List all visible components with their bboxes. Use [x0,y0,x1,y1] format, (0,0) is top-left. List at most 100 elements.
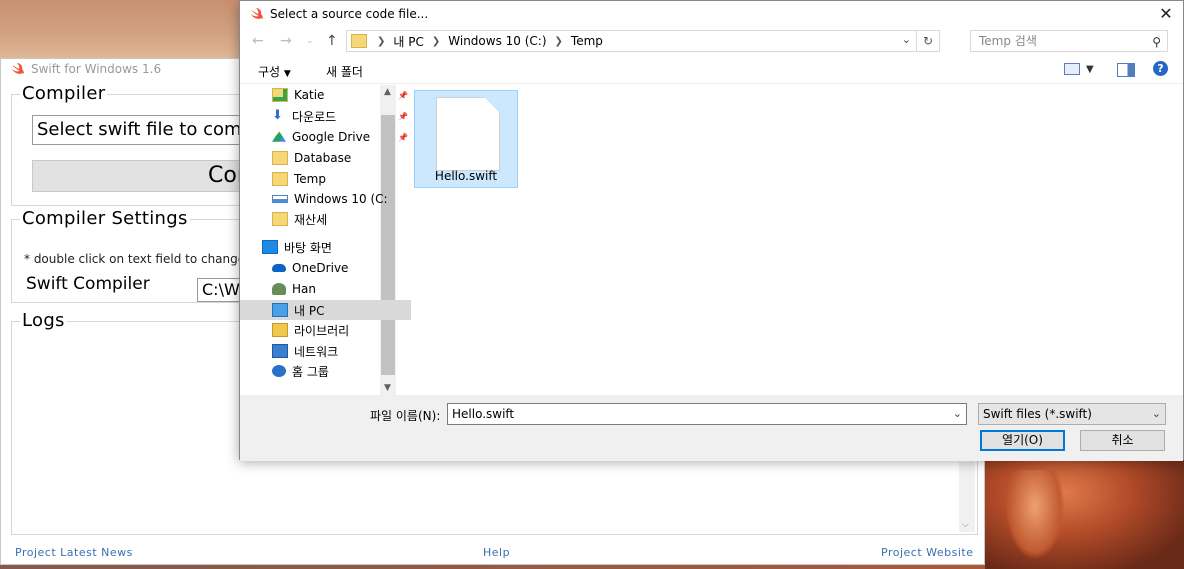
filetype-value: Swift files (*.swift) [983,407,1092,421]
new-folder-button[interactable]: 새 폴더 [326,63,363,80]
nav-item[interactable]: ⬇ 다운로드 📌 [240,106,410,126]
breadcrumb-item-drive[interactable]: Windows 10 (C:) [448,34,546,48]
file-item[interactable]: Hello.swift [414,90,518,188]
desktop-icon [262,240,278,254]
breadcrumb-separator-icon[interactable]: ❯ [555,36,563,47]
swift-compiler-label: Swift Compiler [26,274,150,294]
chevron-down-icon[interactable]: ⌄ [953,404,962,424]
view-mode-icon[interactable] [1064,63,1080,75]
open-button[interactable]: 열기(O) [980,430,1065,451]
filetype-select[interactable]: Swift files (*.swift) ⌄ [978,403,1166,425]
breadcrumb-item-temp[interactable]: Temp [571,34,603,48]
project-website-link[interactable]: Project Website [881,546,973,559]
nav-item-label: 바탕 화면 [284,240,332,255]
folder-check-icon [272,151,288,165]
cancel-button[interactable]: 취소 [1080,430,1165,451]
nav-item-label: 재산세 [294,212,328,227]
app-title: Swift for Windows 1.6 [31,62,162,76]
nav-item-label: Temp [294,172,326,186]
user-icon [272,283,286,295]
recent-locations-chevron-icon[interactable]: ⌄ [306,36,314,46]
logs-scrollbar[interactable]: ⌵ [959,462,975,532]
wallpaper-top [0,0,240,60]
search-placeholder: Temp 검색 [979,34,1037,48]
settings-group-label: Compiler Settings [20,208,190,229]
nav-item[interactable]: 네트워크 [240,341,410,361]
nav-item[interactable]: 재산세 [240,209,410,229]
filename-value: Hello.swift [452,407,515,421]
nav-item-label: Database [294,151,352,165]
nav-item[interactable]: 내 PC [240,300,411,320]
navigation-bar: ← → ⌄ ↑ ❯ 내 PC ❯ Windows 10 (C:) ❯ Temp … [240,29,1183,55]
search-input[interactable]: Temp 검색 ⚲ [970,30,1168,52]
dialog-bottom-bar: 파일 이름(N): Hello.swift ⌄ Swift files (*.s… [240,395,1183,461]
nav-item[interactable]: Google Drive 📌 [240,127,410,147]
drive-icon [272,195,288,203]
up-arrow-icon[interactable]: ↑ [326,33,338,49]
nav-item-label: 내 PC [294,303,325,318]
breadcrumb-separator-icon[interactable]: ❯ [432,36,440,47]
preview-pane-icon[interactable] [1117,63,1135,77]
file-list: Hello.swift [398,85,1183,395]
refresh-icon[interactable]: ↻ [916,31,939,51]
nav-item[interactable]: 홈 그룹 [240,361,410,381]
file-name: Hello.swift [434,169,498,183]
network-icon [272,344,288,358]
scroll-down-icon[interactable]: ⌵ [962,520,969,530]
computer-icon [272,303,288,317]
nav-item-label: 네트워크 [294,344,339,359]
folder-icon [272,172,288,186]
nav-item-label: Google Drive [292,130,371,144]
chevron-down-icon: ⌄ [1151,407,1161,420]
chevron-down-icon[interactable]: ▼ [1086,64,1094,75]
chevron-down-icon[interactable]: ⌄ [902,33,911,46]
nav-item[interactable]: 바탕 화면 [240,237,400,257]
logs-group-label: Logs [20,310,67,331]
swift-logo-icon [12,63,24,74]
nav-item-label: Han [292,282,316,296]
project-news-link[interactable]: Project Latest News [15,546,133,559]
nav-item-label: OneDrive [292,261,349,275]
onedrive-icon [272,264,286,272]
document-icon [436,97,500,171]
dialog-title: Select a source code file... [270,7,429,21]
nav-item-label: 라이브러리 [294,323,350,338]
homegroup-icon [272,365,286,377]
nav-item-label: Windows 10 (C: [294,192,388,206]
breadcrumb-item-pc[interactable]: 내 PC [393,33,423,50]
nav-item[interactable]: OneDrive [240,258,410,278]
dialog-titlebar: Select a source code file... ✕ [240,1,1183,27]
nav-item[interactable]: Database [240,148,410,168]
filename-input[interactable]: Hello.swift ⌄ [447,403,967,425]
close-icon[interactable]: ✕ [1157,4,1175,23]
address-bar[interactable]: ❯ 내 PC ❯ Windows 10 (C:) ❯ Temp ⌄ ↻ [346,30,940,52]
nav-item-label: 홈 그룹 [292,364,329,379]
help-icon[interactable]: ? [1153,61,1168,76]
nav-item[interactable]: Katie 📌 [240,85,410,105]
folder-green-check-icon [272,88,288,102]
settings-hint: * double click on text field to change [24,252,246,266]
nav-item[interactable]: Han [240,279,410,299]
organize-menu[interactable]: 구성 ▼ [258,63,291,80]
organize-label: 구성 [258,65,281,79]
nav-item[interactable]: Temp [240,169,410,189]
nav-item[interactable]: Windows 10 (C: [240,189,410,209]
filename-label: 파일 이름(N): [370,409,441,423]
app-titlebar: Swift for Windows 1.6 [11,59,161,79]
folder-icon [351,34,367,48]
folder-check-icon [272,212,288,226]
compiler-group-label: Compiler [20,83,108,104]
download-arrow-icon: ⬇ [272,108,283,123]
breadcrumb-separator-icon[interactable]: ❯ [377,36,385,47]
wallpaper-right [985,460,1184,569]
dialog-toolbar: 구성 ▼ 새 폴더 ▼ ? [240,59,1183,84]
file-open-dialog: Select a source code file... ✕ ← → ⌄ ↑ ❯… [239,0,1184,461]
navigation-pane: ▲ ▼ Katie 📌 ⬇ 다운로드 📌 Google Drive 📌 Database Tem… [240,85,411,395]
help-link[interactable]: Help [483,546,510,559]
chevron-down-icon: ▼ [283,69,291,79]
search-icon[interactable]: ⚲ [1152,32,1161,52]
scroll-down-icon[interactable]: ▼ [384,383,391,393]
forward-arrow-icon[interactable]: → [280,33,292,49]
nav-item[interactable]: 라이브러리 [240,320,410,340]
back-arrow-icon[interactable]: ← [252,33,264,49]
